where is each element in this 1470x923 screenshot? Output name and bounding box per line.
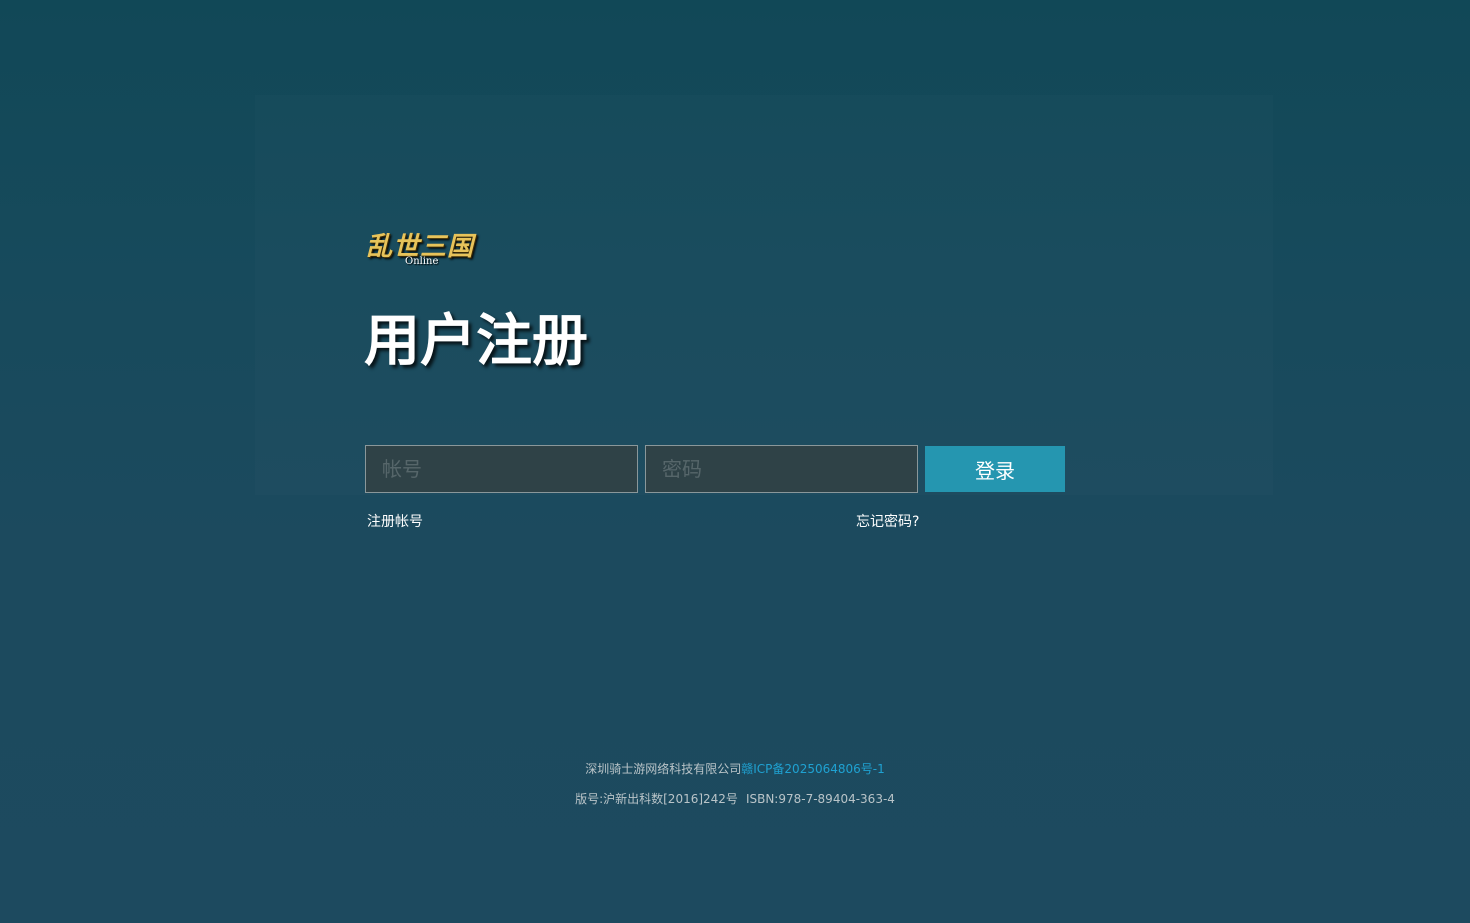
footer-isbn: ISBN:978-7-89404-363-4 [745,792,895,806]
icp-license-link[interactable]: 赣ICP备2025064806号-1 [741,762,884,776]
footer-company-name: 深圳骑士游网络科技有限公司 [585,762,742,776]
account-input[interactable] [365,445,638,493]
footer-company-line: 深圳骑士游网络科技有限公司赣ICP备2025064806号-1 [0,760,1470,777]
footer-publish-number: 版号:沪新出科数[2016]242号 [575,792,738,806]
register-account-link[interactable]: 注册帐号 [367,511,423,531]
background-panel [255,95,1273,495]
game-logo: 乱世三国 Online [366,226,480,272]
footer-license-line: 版号:沪新出科数[2016]242号 ISBN:978-7-89404-363-4 [0,790,1470,807]
page-title: 用户注册 [364,309,588,374]
password-input[interactable] [645,445,918,493]
login-button[interactable]: 登录 [925,446,1065,492]
logo-title-en: Online [405,256,439,267]
forgot-password-link[interactable]: 忘记密码? [856,511,919,531]
